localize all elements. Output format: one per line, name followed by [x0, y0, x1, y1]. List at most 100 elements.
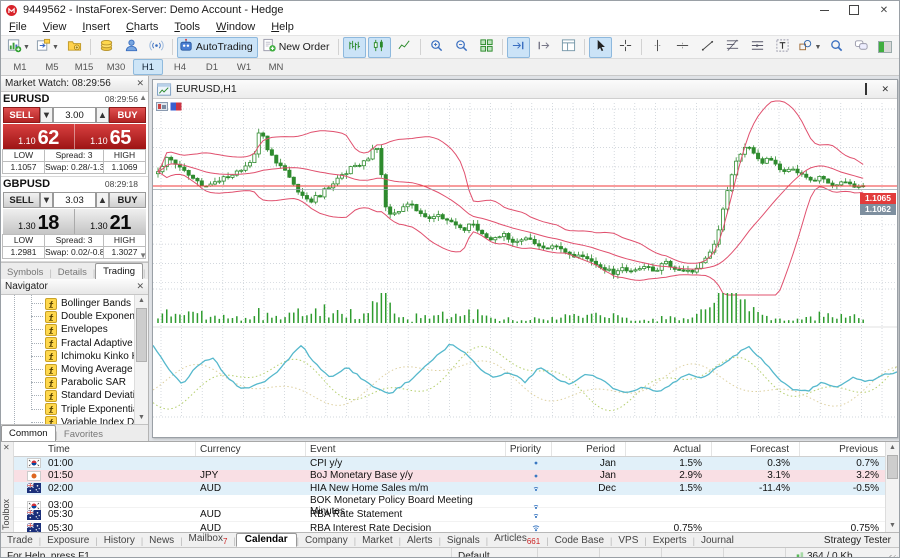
expert-marker-icon[interactable] [170, 102, 182, 111]
auto-scroll-button[interactable] [507, 37, 530, 58]
market-watch-scroll-up-icon[interactable]: ▲ [139, 93, 147, 102]
calendar-row[interactable]: 05:30AUDRBA Interest Rate Decision0.75%0… [14, 522, 885, 532]
strategy-tester-label[interactable]: Strategy Tester [824, 535, 899, 547]
toolbox-tab-vps[interactable]: VPS [612, 535, 644, 547]
volume-input[interactable]: 3.03 [53, 192, 96, 208]
timeframe-w1[interactable]: W1 [229, 59, 259, 75]
zoom-out-button[interactable] [450, 37, 473, 58]
toolbox-tab-company[interactable]: Company [299, 535, 354, 547]
horizontal-line-button[interactable] [671, 37, 694, 58]
chart-maximize-button[interactable] [865, 84, 867, 94]
calendar-row[interactable]: 02:00AUDHIA New Home Sales m/mDec1.5%-11… [14, 482, 885, 495]
calendar-row[interactable]: 05:30AUDRBA Rate Statement [14, 508, 885, 522]
scroll-down-icon[interactable]: ▼ [886, 520, 899, 532]
menu-item-insert[interactable]: Insert [74, 21, 118, 33]
sell-button[interactable]: SELL [3, 192, 40, 208]
navigator-item-double-exponential[interactable]: Double Exponential [1, 310, 135, 323]
navigator-item-envelopes[interactable]: Envelopes [1, 323, 135, 336]
column-header-time[interactable]: Time [14, 442, 196, 456]
price-chart-svg[interactable] [153, 99, 897, 437]
toolbox-tab-news[interactable]: News [143, 535, 180, 547]
toolbox-tab-experts[interactable]: Experts [647, 535, 693, 547]
indicator-marker-icon[interactable] [156, 102, 168, 111]
scroll-up-icon[interactable]: ▲ [135, 295, 148, 307]
toolbox-tab-articles[interactable]: Articles661 [488, 533, 546, 547]
navigator-tab-common[interactable]: Common [1, 425, 56, 441]
market-watch-tab-tick-chart[interactable]: Tick Chart [145, 266, 148, 279]
toolbox-tab-market[interactable]: Market [356, 535, 399, 547]
toolbox-tab-trade[interactable]: Trade [1, 535, 39, 547]
timeframe-m1[interactable]: M1 [5, 59, 35, 75]
menu-item-tools[interactable]: Tools [166, 21, 208, 33]
wallet-button[interactable] [95, 37, 118, 58]
navigator-item-variable-index-dyna[interactable]: Variable Index Dyna [1, 416, 135, 424]
timeframe-m15[interactable]: M15 [69, 59, 99, 75]
calendar-row[interactable]: 03:00BOK Monetary Policy Board Meeting M… [14, 495, 885, 509]
toolbox-tab-exposure[interactable]: Exposure [41, 535, 95, 547]
column-header-event[interactable]: Event [306, 442, 506, 456]
symbol-price-row[interactable]: 1.10621.1065 [3, 124, 146, 149]
text-button[interactable] [771, 37, 794, 58]
close-window-button[interactable]: ✕ [869, 1, 899, 19]
minimize-window-button[interactable] [809, 1, 839, 19]
levels-button[interactable] [746, 37, 769, 58]
toolbox-tab-journal[interactable]: Journal [695, 535, 740, 547]
column-header-priority[interactable]: Priority [506, 442, 552, 456]
navigator-scrollbar[interactable]: ▲ ▼ [134, 295, 148, 424]
toolbox-tab-code-base[interactable]: Code Base [549, 535, 610, 547]
toolbox-tab-calendar[interactable]: Calendar [236, 533, 297, 547]
calendar-row[interactable]: 01:00CPI y/yJan1.5%0.3%0.7% [14, 457, 885, 470]
navigator-item-bollinger-bands[interactable]: Bollinger Bands [1, 297, 135, 310]
profiles-button[interactable]: ▼ [34, 37, 61, 58]
fibonacci-button[interactable] [721, 37, 744, 58]
buy-button[interactable]: BUY [109, 107, 146, 123]
navigator-close-icon[interactable]: ✕ [136, 281, 144, 292]
timeframe-h1[interactable]: H1 [133, 59, 163, 75]
timeframe-d1[interactable]: D1 [197, 59, 227, 75]
scroll-up-icon[interactable]: ▲ [886, 442, 899, 454]
maximize-window-button[interactable] [839, 1, 869, 19]
navigator-item-ichimoku-kinko-hyo[interactable]: Ichimoku Kinko Hyo [1, 350, 135, 363]
toolbox-tab-signals[interactable]: Signals [441, 535, 486, 547]
timeframe-m30[interactable]: M30 [101, 59, 131, 75]
vertical-line-button[interactable] [646, 37, 669, 58]
menu-item-help[interactable]: Help [263, 21, 302, 33]
volume-increase-button[interactable]: ▲ [96, 192, 109, 208]
search-button[interactable] [825, 37, 848, 58]
calendar-row[interactable]: 01:50JPYBoJ Monetary Base y/yJan2.9%3.1%… [14, 470, 885, 483]
trendline-button[interactable] [696, 37, 719, 58]
candlestick-chart-button[interactable] [368, 37, 391, 58]
sell-button[interactable]: SELL [3, 107, 40, 123]
menu-item-file[interactable]: File [1, 21, 35, 33]
timeframe-mn[interactable]: MN [261, 59, 291, 75]
volume-input[interactable]: 3.00 [53, 107, 96, 123]
history-center-button[interactable] [63, 37, 86, 58]
market-watch-close-icon[interactable]: ✕ [136, 78, 144, 89]
line-chart-button[interactable] [393, 37, 416, 58]
new-chart-button[interactable]: ▼ [5, 37, 32, 58]
scrollbar-thumb[interactable] [136, 308, 147, 362]
chart-shift-button[interactable] [532, 37, 555, 58]
volume-increase-button[interactable]: ▲ [96, 107, 109, 123]
data-window-button[interactable] [557, 37, 580, 58]
navigator-item-triple-exponential-m[interactable]: Triple Exponential M [1, 403, 135, 416]
market-watch-scroll-down-icon[interactable]: ▼ [139, 251, 147, 260]
buy-button[interactable]: BUY [109, 192, 146, 208]
menu-item-charts[interactable]: Charts [118, 21, 166, 33]
column-header-period[interactable]: Period [552, 442, 626, 456]
toolbox-close-icon[interactable]: ✕ [3, 443, 10, 452]
navigator-tab-favorites[interactable]: Favorites [58, 428, 109, 441]
market-watch-tab-details[interactable]: Details [52, 266, 93, 279]
volume-decrease-button[interactable]: ▼ [40, 192, 53, 208]
toolbox-tab-history[interactable]: History [98, 535, 141, 547]
navigator-item-standard-deviation[interactable]: Standard Deviation [1, 389, 135, 402]
shapes-button[interactable]: ▼ [796, 37, 823, 58]
column-header-forecast[interactable]: Forecast [712, 442, 800, 456]
column-header-previous[interactable]: Previous [800, 442, 885, 456]
toolbox-tab-mailbox[interactable]: Mailbox7 [183, 533, 234, 547]
column-header-actual[interactable]: Actual [626, 442, 712, 456]
symbol-price-row[interactable]: 1.30181.3021 [3, 209, 146, 234]
tile-windows-button[interactable] [475, 37, 498, 58]
accounts-button[interactable] [120, 37, 143, 58]
bar-chart-button[interactable] [343, 37, 366, 58]
